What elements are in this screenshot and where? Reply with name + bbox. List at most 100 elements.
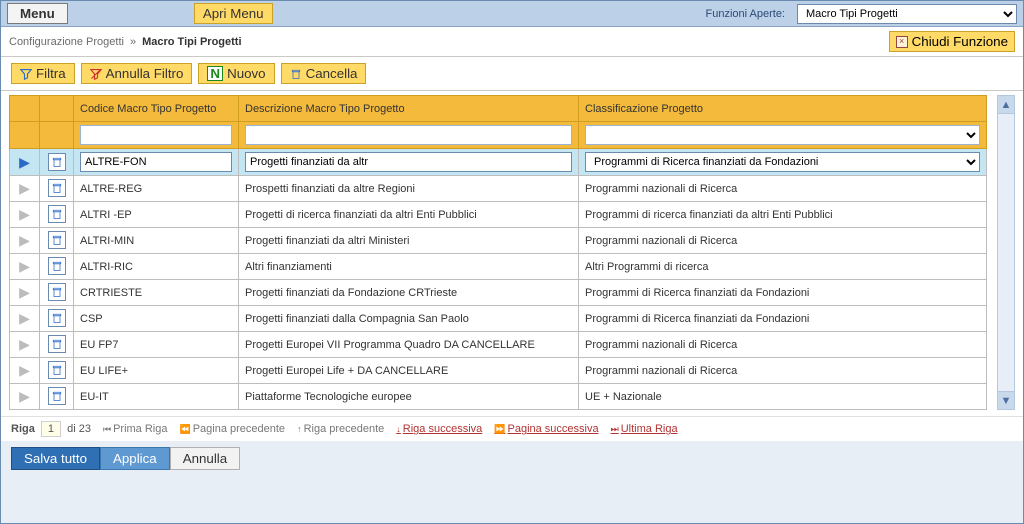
header-row: Codice Macro Tipo Progetto Descrizione M…	[10, 96, 987, 122]
trash-icon	[51, 233, 63, 247]
row-arrow-icon[interactable]: ▶	[19, 258, 30, 274]
filter-class-select[interactable]	[585, 125, 980, 145]
table-row[interactable]: ▶ALTRI -EPProgetti di ricerca finanziati…	[10, 202, 987, 228]
row-delete-button[interactable]	[48, 283, 66, 301]
row-desc: Progetti finanziati da Fondazione CRTrie…	[239, 280, 579, 306]
row-class: Programmi di Ricerca finanziati da Fonda…	[579, 280, 987, 306]
row-class: Programmi nazionali di Ricerca	[579, 228, 987, 254]
row-desc: Progetti Europei Life + DA CANCELLARE	[239, 358, 579, 384]
row-delete-button[interactable]	[48, 153, 66, 171]
row-arrow-icon[interactable]: ▶	[19, 284, 30, 300]
table-row[interactable]: ▶EU-ITPiattaforme Tecnologiche europeeUE…	[10, 384, 987, 410]
row-code: ALTRE-REG	[74, 176, 239, 202]
funzioni-aperte-select[interactable]: Macro Tipi Progetti	[797, 4, 1017, 24]
row-delete-button[interactable]	[48, 179, 66, 197]
up-arrow-icon: ↑	[297, 424, 302, 434]
row-delete-button[interactable]	[48, 205, 66, 223]
close-icon: ×	[896, 36, 908, 48]
trash-icon	[51, 259, 63, 273]
pager-first[interactable]: ⏮Prima Riga	[103, 423, 168, 435]
row-arrow-icon[interactable]: ▶	[19, 362, 30, 378]
row-arrow-icon[interactable]: ▶	[19, 310, 30, 326]
header-class[interactable]: Classificazione Progetto	[579, 96, 987, 122]
filter-cancel-icon	[90, 68, 102, 80]
row-class: Programmi nazionali di Ricerca	[579, 332, 987, 358]
row-class: Programmi di ricerca finanziati da altri…	[579, 202, 987, 228]
row-code-input[interactable]	[80, 152, 232, 172]
filter-code-input[interactable]	[80, 125, 232, 145]
menu-button[interactable]: Menu	[7, 3, 68, 24]
row-arrow-icon[interactable]: ▶	[19, 232, 30, 248]
table-row[interactable]: ▶ CRTRIESTEProgetti finanziati da Fondazi…	[10, 280, 987, 306]
row-code: EU-IT	[74, 384, 239, 410]
filtra-button[interactable]: Filtra	[11, 63, 75, 84]
table-row[interactable]: ▶EU LIFE+Progetti Europei Life + DA CANC…	[10, 358, 987, 384]
header-desc[interactable]: Descrizione Macro Tipo Progetto	[239, 96, 579, 122]
new-icon: N	[207, 66, 223, 81]
pager-last[interactable]: ⏭Ultima Riga	[611, 423, 678, 435]
table-row[interactable]: ▶EU FP7Progetti Europei VII Programma Qu…	[10, 332, 987, 358]
scroll-up-icon[interactable]: ▲	[998, 96, 1014, 114]
table-row[interactable]: ▶ALTRI-RICAltri finanziamentiAltri Progr…	[10, 254, 987, 280]
header-blank-2	[40, 96, 74, 122]
row-delete-button[interactable]	[48, 309, 66, 327]
breadcrumb-path: Configurazione Progetti	[9, 36, 124, 48]
header-code[interactable]: Codice Macro Tipo Progetto	[74, 96, 239, 122]
row-arrow-icon[interactable]: ▶	[19, 154, 30, 170]
salva-tutto-button[interactable]: Salva tutto	[11, 447, 100, 470]
trash-icon	[51, 285, 63, 299]
row-delete-button[interactable]	[48, 335, 66, 353]
row-code: CSP	[74, 306, 239, 332]
funzioni-aperte-label: Funzioni Aperte:	[706, 8, 786, 20]
nuovo-button[interactable]: N Nuovo	[198, 63, 274, 84]
grid-wrap: Codice Macro Tipo Progetto Descrizione M…	[1, 91, 1023, 416]
row-class: Programmi nazionali di Ricerca	[579, 176, 987, 202]
apri-menu-button[interactable]: Apri Menu	[194, 3, 273, 24]
pager-next-row[interactable]: ↓Riga successiva	[396, 423, 482, 435]
scroll-down-icon[interactable]: ▼	[998, 391, 1014, 409]
table-row[interactable]: ▶ALTRE-REGProspetti finanziati da altre …	[10, 176, 987, 202]
row-arrow-icon[interactable]: ▶	[19, 336, 30, 352]
pager: Riga 1 di 23 ⏮Prima Riga ⏪Pagina precede…	[1, 416, 1023, 441]
row-desc: Progetti di ricerca finanziati da altri …	[239, 202, 579, 228]
nuovo-label: Nuovo	[227, 66, 266, 81]
table-row[interactable]: ▶ CSPProgetti finanziati dalla Compagnia …	[10, 306, 987, 332]
annulla-filtro-button[interactable]: Annulla Filtro	[81, 63, 193, 84]
next-page-icon: ⏩	[494, 424, 505, 434]
row-delete-button[interactable]	[48, 257, 66, 275]
pager-prev-page[interactable]: ⏪Pagina precedente	[179, 423, 285, 435]
row-desc: Piattaforme Tecnologiche europee	[239, 384, 579, 410]
trash-icon	[290, 68, 302, 80]
row-arrow-icon[interactable]: ▶	[19, 388, 30, 404]
breadcrumb-current: Macro Tipi Progetti	[142, 36, 241, 48]
row-delete-button[interactable]	[48, 231, 66, 249]
annulla-button[interactable]: Annulla	[170, 447, 240, 470]
pager-next-page[interactable]: ⏩Pagina successiva	[494, 423, 598, 435]
trash-icon	[51, 337, 63, 351]
applica-button[interactable]: Applica	[100, 447, 170, 470]
table-row-selected[interactable]: ▶ Programmi di Ricerca finanziati da Fon…	[10, 149, 987, 176]
row-code: CRTRIESTE	[74, 280, 239, 306]
row-arrow-icon[interactable]: ▶	[19, 180, 30, 196]
row-delete-button[interactable]	[48, 361, 66, 379]
filter-row	[10, 122, 987, 149]
header-blank-1	[10, 96, 40, 122]
row-class-select[interactable]: Programmi di Ricerca finanziati da Fonda…	[585, 152, 980, 172]
row-desc-input[interactable]	[245, 152, 572, 172]
annulla-filtro-label: Annulla Filtro	[106, 66, 184, 81]
pager-riga-group: Riga 1 di 23	[11, 421, 91, 437]
filter-desc-input[interactable]	[245, 125, 572, 145]
row-arrow-icon[interactable]: ▶	[19, 206, 30, 222]
prev-page-icon: ⏪	[179, 424, 190, 434]
chiudi-funzione-button[interactable]: × Chiudi Funzione	[889, 31, 1015, 52]
pager-prev-row[interactable]: ↑Riga precedente	[297, 423, 384, 435]
row-delete-button[interactable]	[48, 387, 66, 405]
table-row[interactable]: ▶ALTRI-MINProgetti finanziati da altri M…	[10, 228, 987, 254]
chiudi-funzione-label: Chiudi Funzione	[912, 34, 1008, 49]
action-bar: Salva tutto Applica Annulla	[1, 441, 1023, 476]
cancella-button[interactable]: Cancella	[281, 63, 367, 84]
filtra-label: Filtra	[36, 66, 66, 81]
row-desc: Progetti finanziati dalla Compagnia San …	[239, 306, 579, 332]
row-class: Programmi nazionali di Ricerca	[579, 358, 987, 384]
vertical-scrollbar[interactable]: ▲ ▼	[997, 95, 1015, 410]
